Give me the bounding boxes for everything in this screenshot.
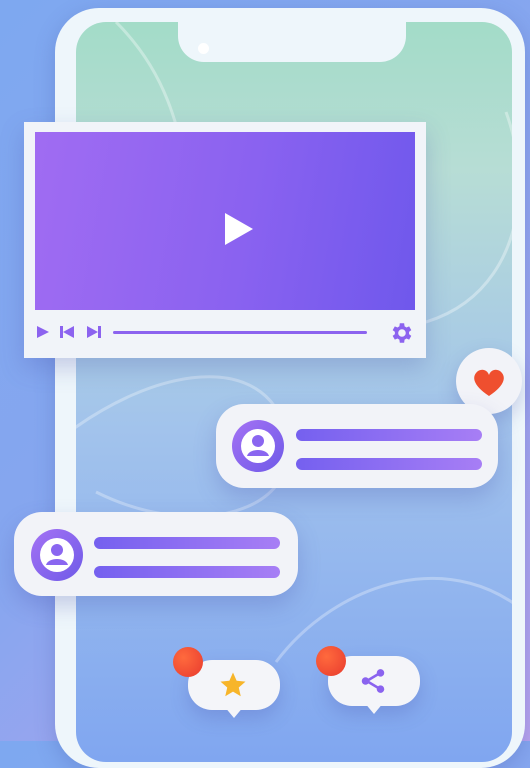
avatar: [31, 529, 83, 581]
comment-text-line: [94, 566, 280, 578]
star-icon: [220, 672, 246, 697]
comment-text-line: [296, 429, 482, 441]
phone-notch: [178, 22, 406, 62]
user-icon: [40, 538, 74, 572]
avatar: [232, 420, 284, 472]
skip-forward-icon[interactable]: [86, 324, 102, 340]
comment-text-line: [296, 458, 482, 470]
share-icon: [361, 669, 385, 693]
bubble-tail: [224, 706, 244, 718]
gear-icon[interactable]: [388, 320, 414, 346]
skip-back-icon[interactable]: [59, 324, 75, 340]
progress-bar[interactable]: [113, 331, 367, 334]
user-icon: [241, 429, 275, 463]
play-icon[interactable]: [225, 213, 253, 245]
comment-bubble: [216, 404, 498, 488]
notification-dot: [316, 646, 346, 676]
play-icon[interactable]: [35, 324, 51, 340]
camera-dot: [198, 43, 209, 54]
video-area[interactable]: [35, 132, 415, 310]
comment-text-line: [94, 537, 280, 549]
notification-dot: [173, 647, 203, 677]
comment-bubble: [14, 512, 298, 596]
bubble-tail: [364, 702, 384, 714]
video-player: [24, 122, 426, 358]
